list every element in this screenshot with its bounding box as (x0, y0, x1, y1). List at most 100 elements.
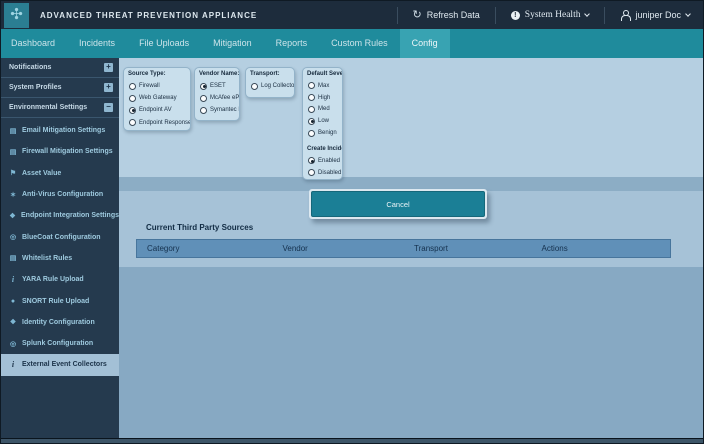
radio-max[interactable] (308, 82, 315, 89)
third-party-sources-heading: Current Third Party Sources (146, 223, 253, 232)
app-title: ADVANCED THREAT PREVENTION APPLIANCE (40, 11, 257, 20)
user-name-label: juniper Doc (635, 10, 681, 20)
radio-log-collector[interactable] (251, 83, 258, 90)
sidebar-item-asset-value[interactable]: ⚑Asset Value (1, 163, 119, 184)
sidebar-group-notifications[interactable]: Notifications+ (1, 58, 119, 78)
radio-high[interactable] (308, 94, 315, 101)
radio-web-gateway[interactable] (129, 95, 136, 102)
option-firewall: Firewall (128, 80, 190, 92)
top-bar: ✣ ADVANCED THREAT PREVENTION APPLIANCE ↻… (1, 1, 704, 29)
option-disabled: Disabled (307, 167, 342, 179)
sidebar-item-external-event-collectors[interactable]: iExternal Event Collectors (1, 354, 123, 375)
flag-icon: ⚑ (9, 169, 17, 177)
option-max: Max (307, 80, 342, 92)
group-title: Create Incident: (307, 146, 342, 155)
option-label: Web Gateway (139, 95, 177, 101)
radio-benign[interactable] (308, 130, 315, 137)
tab-dashboard[interactable]: Dashboard (1, 29, 67, 58)
option-endpoint-response: Endpoint Response (128, 117, 190, 129)
expand-plus-icon[interactable]: + (104, 83, 113, 92)
radio-enabled[interactable] (308, 157, 315, 164)
panel-vendor-name: Vendor Name:ESETMcAfee ePOSymantec EP (194, 67, 240, 121)
group-title: Vendor Name: (199, 71, 239, 80)
option-label: Disabled (318, 170, 341, 176)
sidebar-group-system-profiles[interactable]: System Profiles+ (1, 78, 119, 98)
bulb-icon: ◎ (9, 340, 17, 348)
radio-eset[interactable] (200, 83, 207, 90)
option-label: Log Collector (261, 83, 295, 89)
option-label: Firewall (139, 83, 160, 89)
option-label: Benign (318, 130, 337, 136)
sidebar-item-endpoint-integration-settings[interactable]: ❖ Endpoint Integration Settings (1, 205, 119, 226)
sidebar-item-label: YARA Rule Upload (22, 276, 84, 283)
option-eset: ESET (199, 80, 239, 92)
main-nav: DashboardIncidentsFile UploadsMitigation… (1, 29, 704, 58)
sidebar-group-environmental-settings[interactable]: Environmental Settings− (1, 98, 119, 118)
sidebar-item-anti-virus-configuration[interactable]: ✶Anti-Virus Configuration (1, 184, 119, 205)
column-header-transport: Transport (404, 240, 532, 257)
sidebar-group-label: System Profiles (9, 84, 104, 91)
app-window: ✣ ADVANCED THREAT PREVENTION APPLIANCE ↻… (0, 0, 704, 444)
system-health-menu[interactable]: ! System Health (496, 1, 605, 29)
sidebar-item-bluecoat-configuration[interactable]: ◎BlueCoat Configuration (1, 226, 119, 247)
user-menu[interactable]: juniper Doc (605, 1, 704, 29)
option-log-collector: Log Collector (250, 80, 294, 92)
option-low: Low (307, 115, 342, 127)
tab-config[interactable]: Config (400, 29, 450, 58)
group-title: Source Type: (128, 71, 190, 80)
radio-symantec-ep[interactable] (200, 107, 207, 114)
document-icon: ▤ (9, 148, 17, 156)
compass-icon: ❖ (9, 318, 17, 326)
sidebar-item-label: External Event Collectors (22, 361, 107, 368)
cancel-button[interactable]: Cancel (311, 191, 485, 217)
option-label: Endpoint AV (139, 107, 172, 113)
sidebar-item-splunk-configuration[interactable]: ◎ Splunk Configuration (1, 333, 119, 354)
radio-endpoint-response[interactable] (129, 119, 136, 126)
column-header-actions: Actions (532, 240, 670, 257)
option-label: McAfee ePO (210, 95, 240, 101)
sidebar-item-label: Identity Configuration (22, 319, 95, 326)
sidebar-item-label: Whitelist Rules (22, 255, 72, 262)
panel-default-severity: Default Severity:MaxHighMedLowBenignCrea… (302, 67, 343, 180)
column-header-vendor: Vendor (272, 240, 404, 257)
chevron-down-icon (585, 11, 591, 17)
panel-transport: Transport:Log Collector (245, 67, 295, 98)
sidebar-group-label: Environmental Settings (9, 104, 104, 111)
option-label: High (318, 95, 330, 101)
tab-custom-rules[interactable]: Custom Rules (319, 29, 400, 58)
option-label: Max (318, 83, 329, 89)
tab-reports[interactable]: Reports (264, 29, 320, 58)
integration-icon: ❖ (9, 212, 16, 220)
sidebar-item-whitelist-rules[interactable]: ▤ Whitelist Rules (1, 248, 119, 269)
sidebar-item-label: Splunk Configuration (22, 340, 93, 347)
refresh-data-label: Refresh Data (427, 10, 480, 20)
refresh-data-button[interactable]: ↻ Refresh Data (398, 1, 495, 29)
tab-mitigation[interactable]: Mitigation (201, 29, 264, 58)
radio-endpoint-av[interactable] (129, 107, 136, 114)
option-label: Med (318, 106, 330, 112)
sidebar-item-snort-rule-upload[interactable]: ●SNORT Rule Upload (1, 290, 119, 311)
sidebar-item-email-mitigation-settings[interactable]: ▤Email Mitigation Settings (1, 120, 119, 141)
tab-incidents[interactable]: Incidents (67, 29, 127, 58)
radio-mcafee-epo[interactable] (200, 95, 207, 102)
chevron-down-icon (685, 11, 691, 17)
tab-file-uploads[interactable]: File Uploads (127, 29, 201, 58)
option-enabled: Enabled (307, 155, 342, 167)
radio-med[interactable] (308, 106, 315, 113)
collapse-minus-icon[interactable]: − (104, 103, 113, 112)
sidebar-item-yara-rule-upload[interactable]: iYARA Rule Upload (1, 269, 119, 290)
document-icon: ▤ (9, 254, 17, 262)
option-benign: Benign (307, 127, 342, 139)
sidebar-item-identity-configuration[interactable]: ❖ Identity Configuration (1, 312, 119, 333)
sidebar-item-label: Endpoint Integration Settings (21, 212, 119, 219)
radio-firewall[interactable] (129, 83, 136, 90)
option-label: Endpoint Response (139, 120, 191, 126)
sidebar-item-label: Anti-Virus Configuration (22, 191, 103, 198)
sidebar-item-label: SNORT Rule Upload (22, 298, 89, 305)
sidebar-item-firewall-mitigation-settings[interactable]: ▤Firewall Mitigation Settings (1, 141, 119, 162)
radio-low[interactable] (308, 118, 315, 125)
radio-disabled[interactable] (308, 169, 315, 176)
bulb-icon: ◎ (9, 233, 17, 241)
sidebar-group-label: Notifications (9, 64, 104, 71)
expand-plus-icon[interactable]: + (104, 63, 113, 72)
